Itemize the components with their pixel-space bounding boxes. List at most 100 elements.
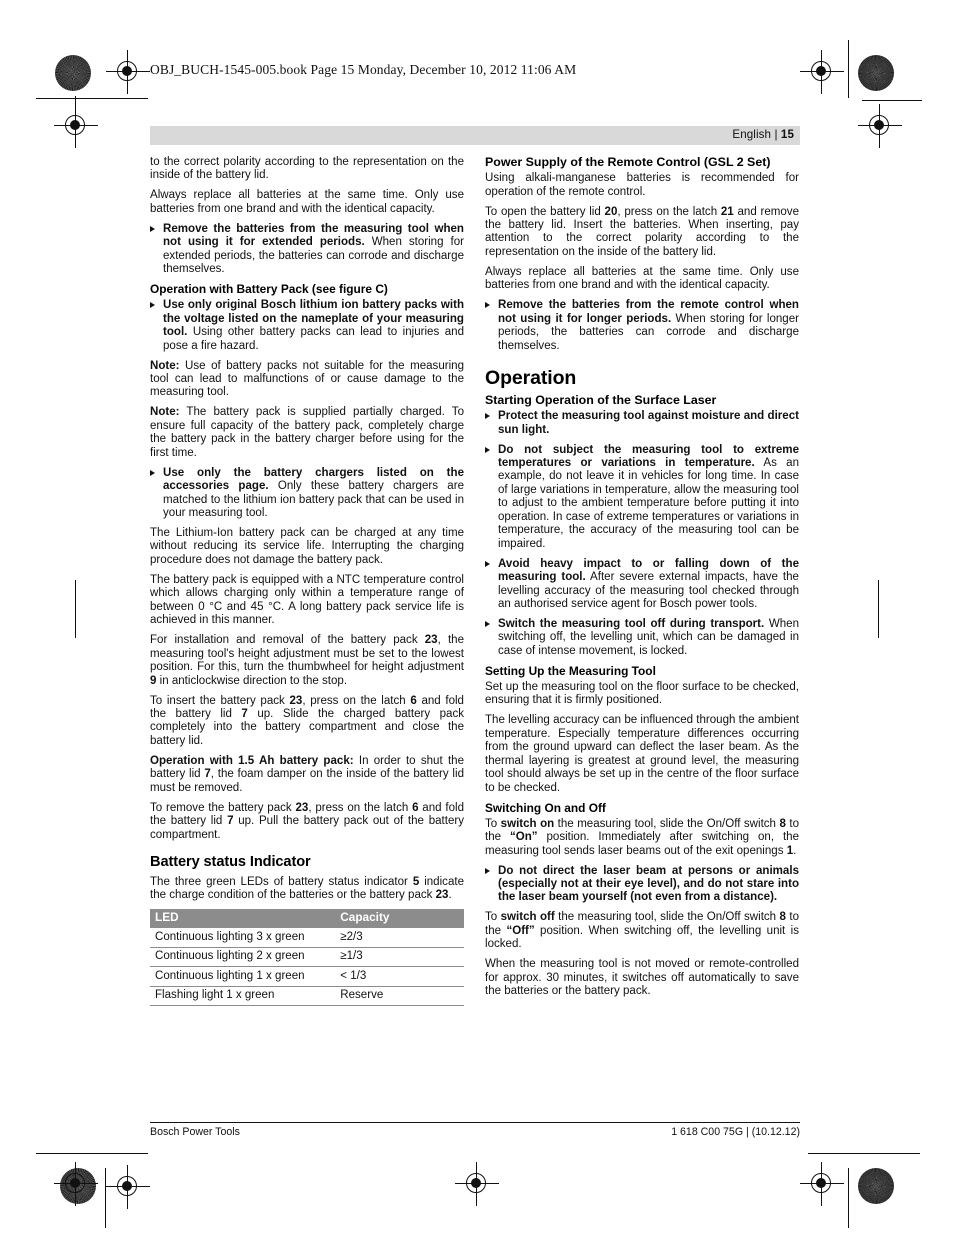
warning-bullet: Protect the measuring tool against moist… — [485, 410, 799, 437]
paragraph: For installation and removal of the batt… — [150, 634, 464, 688]
paragraph: Always replace all batteries at the same… — [485, 265, 799, 292]
crop-line-right-vertical — [848, 40, 850, 98]
text-run: , press on the latch — [302, 694, 411, 707]
text-run: . — [448, 888, 452, 901]
text-run: To insert the battery pack — [150, 694, 290, 707]
crop-line-bottom-left-vertical — [105, 1168, 107, 1228]
note-paragraph: Note: The battery pack is supplied parti… — [150, 406, 464, 460]
table-cell-capacity: ≥1/3 — [335, 947, 464, 968]
running-head-language: English — [732, 128, 772, 141]
table-row: Continuous lighting 2 x green ≥1/3 — [150, 947, 464, 968]
text-run: To — [485, 817, 501, 830]
triangle-bullet-icon — [485, 621, 490, 628]
left-column: to the correct polarity according to the… — [150, 156, 464, 1007]
inline-bold: “Off” — [506, 924, 535, 937]
crop-line-bottom-right-horizontal — [808, 1153, 920, 1155]
page-content: English | 15 to the correct polarity acc… — [150, 126, 800, 1007]
inline-bold: switch off — [500, 911, 555, 924]
heading-switching-on-off: Switching On and Off — [485, 800, 606, 815]
warning-bullet: Do not subject the measuring tool to ext… — [485, 444, 799, 552]
running-head-text: English | 15 — [732, 128, 794, 141]
table-cell-led: Continuous lighting 2 x green — [150, 947, 336, 968]
bullet-body: As an example, do not leave it in vehicl… — [498, 456, 799, 550]
crop-line-bottom-left-horizontal — [36, 1153, 148, 1155]
table-cell-capacity: Reserve — [335, 986, 464, 1007]
inline-bold-lead: Operation with 1.5 Ah battery pack: — [150, 754, 354, 767]
triangle-bullet-icon — [150, 226, 155, 232]
text-run: , press on the latch — [617, 205, 721, 218]
moire-target-bottom-left — [60, 1168, 96, 1204]
table-row: Continuous lighting 1 x green < 1/3 — [150, 966, 464, 987]
two-column-layout: to the correct polarity according to the… — [150, 155, 800, 1007]
note-label: Note: — [150, 359, 180, 372]
paragraph: When the measuring tool is not moved or … — [485, 958, 799, 998]
part-reference: 20 — [604, 205, 618, 218]
warning-bullet: Remove the batteries from the measuring … — [150, 223, 464, 277]
part-reference: 23 — [289, 694, 303, 707]
registration-mark-left-upper — [54, 104, 98, 148]
text-run: For installation and removal of the batt… — [150, 634, 425, 647]
triangle-bullet-icon — [485, 446, 490, 453]
crop-line-top-horizontal — [36, 98, 148, 100]
warning-bullet: Switch the measuring tool off during tra… — [485, 618, 799, 658]
footer-right-text: 1 618 C00 75G | (10.12.12) — [671, 1126, 800, 1138]
table-cell-capacity: < 1/3 — [335, 966, 464, 987]
note-paragraph: Note: Use of battery packs not suitable … — [150, 360, 464, 400]
text-run: the measuring tool, slide the On/Off swi… — [554, 911, 780, 924]
crop-line-top-right-horizontal — [862, 100, 922, 102]
part-reference: 23 — [295, 801, 309, 814]
registration-mark-top-left — [106, 50, 150, 94]
paragraph: The three green LEDs of battery status i… — [150, 876, 464, 903]
heading-battery-status-indicator: Battery status Indicator — [150, 854, 311, 871]
text-run: . — [793, 844, 797, 857]
right-column: Power Supply of the Remote Control (GSL … — [485, 155, 799, 1006]
triangle-bullet-icon — [150, 469, 155, 476]
paragraph: Operation with 1.5 Ah battery pack: In o… — [150, 755, 464, 795]
triangle-bullet-icon — [485, 302, 490, 309]
note-label: Note: — [150, 406, 180, 419]
crop-line-bottom-right-vertical — [848, 1168, 850, 1228]
paragraph: To switch off the measuring tool, slide … — [485, 911, 799, 951]
table-cell-led: Continuous lighting 3 x green — [150, 927, 336, 948]
text-run: To open the battery lid — [485, 205, 605, 218]
warning-bullet: Use only original Bosch lithium ion batt… — [150, 299, 464, 353]
footer-left-text: Bosch Power Tools — [150, 1126, 240, 1138]
part-reference: 23 — [435, 888, 449, 901]
note-body: Use of battery packs not suitable for th… — [150, 359, 464, 399]
paragraph: To remove the battery pack 23, press on … — [150, 802, 464, 842]
running-head-bar: English | 15 — [150, 126, 800, 145]
warning-bullet: Use only the battery chargers listed on … — [150, 467, 464, 521]
heading-operation: Operation — [485, 367, 577, 390]
triangle-bullet-icon — [485, 867, 490, 874]
table-header-led: LED — [150, 908, 336, 928]
bullet-bold-lead: Switch the measuring tool off during tra… — [498, 617, 765, 630]
registration-mark-bottom-right — [800, 1162, 844, 1206]
running-head-page-number: 15 — [780, 128, 794, 141]
registration-mark-bottom-left — [106, 1165, 150, 1209]
paragraph: To insert the battery pack 23, press on … — [150, 695, 464, 749]
crop-line-right-mid — [878, 580, 880, 638]
inline-bold: “On” — [509, 831, 538, 844]
text-run: The three green LEDs of battery status i… — [150, 875, 413, 888]
triangle-bullet-icon — [485, 560, 490, 567]
heading-starting-operation: Starting Operation of the Surface Laser — [485, 393, 717, 408]
inline-bold: switch on — [500, 817, 555, 830]
warning-bullet: Do not direct the laser beam at persons … — [485, 865, 799, 905]
table-row: Continuous lighting 3 x green ≥2/3 — [150, 927, 464, 948]
page-footer: Bosch Power Tools 1 618 C00 75G | (10.12… — [150, 1122, 800, 1138]
paragraph: Set up the measuring tool on the floor s… — [485, 680, 799, 707]
text-run: the measuring tool, slide the On/Off swi… — [554, 817, 780, 830]
text-run: in anticlockwise direction to the stop. — [156, 674, 348, 687]
text-run: To remove the battery pack — [150, 801, 296, 814]
table-cell-led: Continuous lighting 1 x green — [150, 966, 336, 987]
part-reference: 23 — [424, 634, 438, 647]
table-cell-led: Flashing light 1 x green — [150, 986, 336, 1007]
bullet-body: Using other battery packs can lead to in… — [163, 326, 464, 352]
battery-status-table: LED Capacity Continuous lighting 3 x gre… — [150, 908, 464, 1007]
heading-power-supply-remote: Power Supply of the Remote Control (GSL … — [485, 155, 771, 169]
table-header-capacity: Capacity — [335, 908, 464, 928]
text-run: To — [485, 911, 501, 924]
paragraph: The levelling accuracy can be influenced… — [485, 714, 799, 794]
paragraph: To switch on the measuring tool, slide t… — [485, 818, 799, 858]
paragraph: To open the battery lid 20, press on the… — [485, 206, 799, 260]
